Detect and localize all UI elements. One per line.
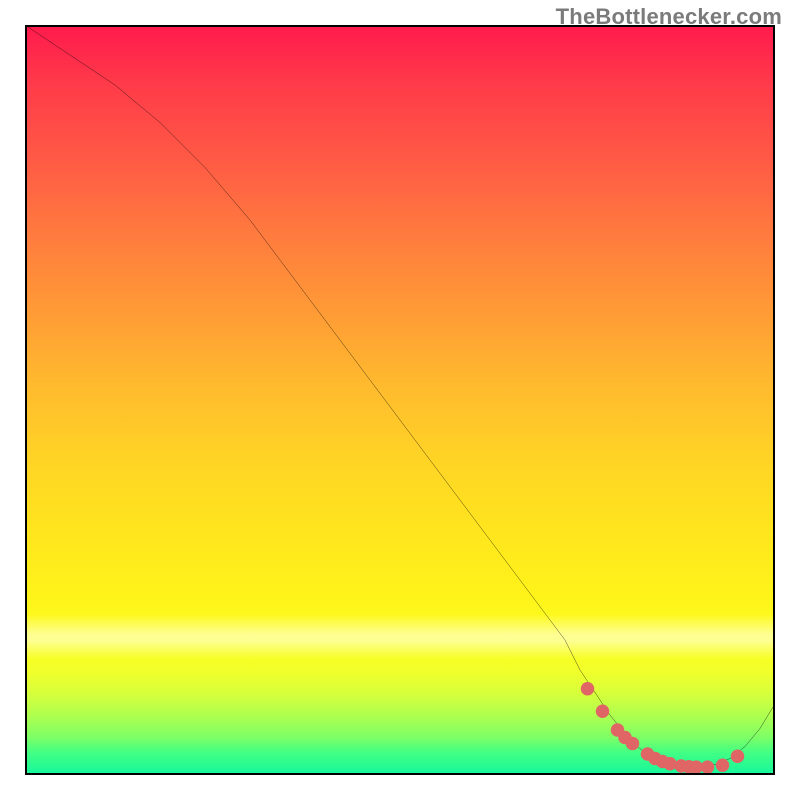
data-point	[626, 737, 640, 751]
data-point	[701, 760, 715, 774]
plot-area	[25, 25, 775, 775]
data-point	[731, 750, 745, 764]
bottleneck-curve-path	[25, 25, 775, 768]
data-point	[596, 705, 610, 719]
data-point	[663, 757, 677, 771]
data-point	[716, 758, 730, 772]
data-point	[581, 682, 595, 696]
marker-group	[581, 682, 745, 774]
bottleneck-chart: TheBottlenecker.com	[0, 0, 800, 800]
curve-layer	[25, 25, 775, 775]
